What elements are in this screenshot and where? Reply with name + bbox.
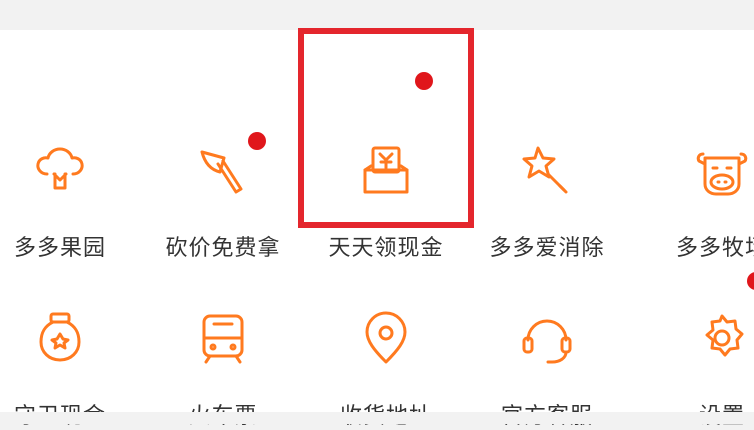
notification-badge [415, 72, 433, 90]
train-icon [192, 308, 254, 370]
grid-item-orchard[interactable]: 多多果园 [0, 90, 145, 261]
grid-item-customer-service[interactable]: 官方客服 [462, 258, 632, 429]
axe-icon [192, 140, 254, 202]
bottom-divider [0, 412, 754, 424]
headset-icon [516, 308, 578, 370]
gear-icon [691, 308, 753, 370]
grid-item-ranch[interactable]: 多多牧场 [637, 90, 754, 261]
jar-icon [29, 308, 91, 370]
grid-item-match-game[interactable]: 多多爱消除 [462, 90, 632, 261]
grid-item-address[interactable]: 收货地址 [301, 258, 471, 429]
grid-item-train-tickets[interactable]: 火车票 [138, 258, 308, 429]
grid-item-bargain[interactable]: 砍价免费拿 [138, 90, 308, 261]
tree-icon [29, 140, 91, 202]
cash-box-icon [355, 140, 417, 202]
notification-badge [747, 272, 754, 290]
notification-badge [248, 132, 266, 150]
services-panel: 多多果园 砍价免费拿 天天领现金 多多爱消除 多多牧 [0, 30, 754, 429]
grid-item-guard-cash[interactable]: 守卫现金 [0, 258, 145, 429]
star-wand-icon [516, 140, 578, 202]
location-pin-icon [355, 308, 417, 370]
cow-icon [691, 140, 753, 202]
grid-item-settings[interactable]: 设置 [637, 258, 754, 429]
grid-item-daily-cash[interactable]: 天天领现金 [301, 72, 471, 261]
